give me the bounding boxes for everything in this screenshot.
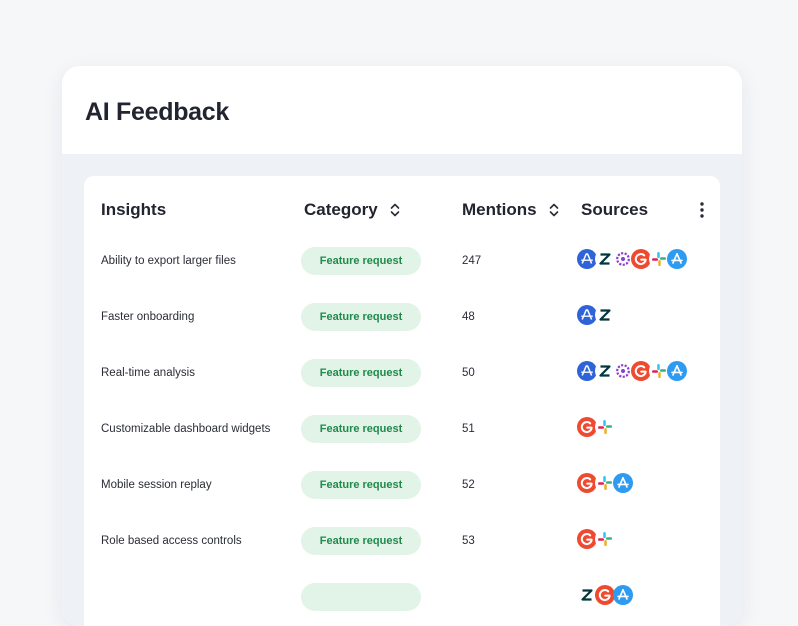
table-row[interactable]: Faster onboarding Feature request 48 (84, 298, 720, 338)
zendesk-icon (595, 305, 615, 325)
insight-text: Ability to export larger files (101, 255, 236, 267)
column-header-insights: Insights (101, 200, 166, 220)
insight-text: Role based access controls (101, 535, 242, 547)
table-row[interactable]: Ability to export larger files Feature re… (84, 242, 720, 282)
category-badge: Feature request (301, 359, 421, 387)
more-options-icon[interactable] (696, 200, 708, 220)
table-row[interactable]: Mobile session replay Feature request 52 (84, 466, 720, 506)
sort-icon[interactable] (388, 202, 402, 218)
app-store-icon (667, 361, 687, 381)
page-title: AI Feedback (85, 98, 229, 126)
slack-icon (595, 473, 615, 493)
g2-icon (577, 529, 597, 549)
column-header-insights-label: Insights (101, 200, 167, 219)
mentions-count: 53 (462, 535, 475, 547)
gong-icon (613, 249, 633, 269)
category-badge: Feature request (301, 247, 421, 275)
column-header-sources-label: Sources (581, 200, 649, 219)
mentions-count: 50 (462, 367, 475, 379)
column-header-category-label: Category (304, 200, 378, 219)
amplitude-icon (577, 361, 597, 381)
sources-list (577, 361, 687, 381)
insights-table: Insights Category Mentions Sources Abili… (84, 176, 720, 626)
app-store-icon (613, 585, 633, 605)
card-header: AI Feedback (62, 66, 742, 154)
sources-list (577, 585, 633, 605)
sources-list (577, 305, 615, 325)
column-header-mentions-label: Mentions (462, 200, 537, 219)
zendesk-icon (595, 361, 615, 381)
insight-text: Customizable dashboard widgets (101, 423, 271, 435)
column-header-mentions[interactable]: Mentions (462, 200, 561, 220)
sources-list (577, 473, 633, 493)
category-badge: Feature request (301, 303, 421, 331)
g2-icon (631, 249, 651, 269)
sources-list (577, 249, 687, 269)
g2-icon (595, 585, 615, 605)
category-badge: Feature request (301, 415, 421, 443)
category-badge: Feature request (301, 471, 421, 499)
zendesk-icon (577, 585, 597, 605)
ai-feedback-card: AI Feedback Insights Category Mentions S… (62, 66, 742, 626)
table-row[interactable]: Role based access controls Feature reques… (84, 522, 720, 562)
g2-icon (577, 473, 597, 493)
amplitude-icon (577, 305, 597, 325)
g2-icon (577, 417, 597, 437)
sort-icon[interactable] (547, 202, 561, 218)
mentions-count: 247 (462, 255, 482, 267)
category-badge: Feature request (301, 527, 421, 555)
mentions-count: 48 (462, 311, 475, 323)
mentions-count: 51 (462, 423, 475, 435)
gong-icon (613, 361, 633, 381)
column-header-category[interactable]: Category (304, 200, 402, 220)
insight-text: Mobile session replay (101, 479, 212, 491)
insight-text: Faster onboarding (101, 311, 195, 323)
slack-icon (649, 361, 669, 381)
zendesk-icon (595, 249, 615, 269)
column-header-sources: Sources (581, 200, 648, 220)
app-store-icon (667, 249, 687, 269)
sources-list (577, 417, 615, 437)
app-store-icon (613, 473, 633, 493)
insight-text: Real-time analysis (101, 367, 195, 379)
category-badge (301, 583, 421, 611)
sources-list (577, 529, 615, 549)
slack-icon (595, 529, 615, 549)
slack-icon (595, 417, 615, 437)
table-row[interactable]: Real-time analysis Feature request 50 (84, 354, 720, 394)
g2-icon (631, 361, 651, 381)
table-row[interactable] (84, 578, 720, 618)
table-row[interactable]: Customizable dashboard widgets Feature re… (84, 410, 720, 450)
card-body: Insights Category Mentions Sources Abili… (62, 154, 742, 626)
mentions-count: 52 (462, 479, 475, 491)
amplitude-icon (577, 249, 597, 269)
slack-icon (649, 249, 669, 269)
